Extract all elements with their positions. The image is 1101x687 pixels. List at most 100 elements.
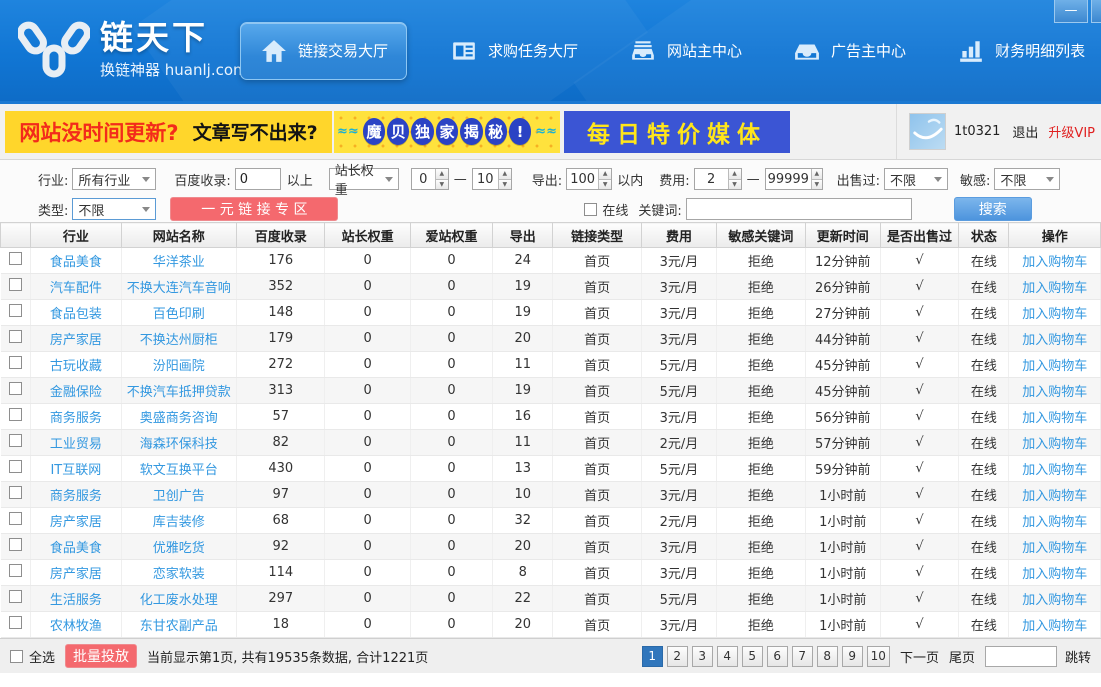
spinner-arrows[interactable]: ▲▼: [811, 169, 822, 189]
row-checkbox[interactable]: [9, 538, 22, 551]
row-checkbox[interactable]: [9, 434, 22, 447]
page-button[interactable]: 5: [742, 646, 763, 667]
cell-industry[interactable]: 生活服务: [31, 586, 121, 612]
row-checkbox[interactable]: [9, 512, 22, 525]
spinner-arrows[interactable]: ▲▼: [598, 169, 611, 189]
nav-link-trade-hall[interactable]: 链接交易大厅: [240, 22, 407, 80]
cell-industry[interactable]: 古玩收藏: [31, 352, 121, 378]
page-button[interactable]: 1: [642, 646, 663, 667]
page-button[interactable]: 6: [767, 646, 788, 667]
page-button[interactable]: 4: [717, 646, 738, 667]
row-checkbox[interactable]: [9, 356, 22, 369]
cell-site[interactable]: 海森环保科技: [121, 430, 237, 456]
cell-site[interactable]: 不换大连汽车音响: [121, 274, 237, 300]
ad-banner-daily-media[interactable]: 每日特价媒体: [564, 111, 790, 153]
cell-action[interactable]: 加入购物车: [1009, 326, 1101, 352]
row-checkbox[interactable]: [9, 460, 22, 473]
cell-site[interactable]: 卫创广告: [121, 482, 237, 508]
page-button[interactable]: 7: [792, 646, 813, 667]
cell-action[interactable]: 加入购物车: [1009, 274, 1101, 300]
online-checkbox[interactable]: [584, 203, 597, 216]
row-checkbox[interactable]: [9, 252, 22, 265]
row-checkbox[interactable]: [9, 304, 22, 317]
minimize-button[interactable]: —: [1054, 0, 1088, 23]
cell-industry[interactable]: 金融保险: [31, 378, 121, 404]
cell-site[interactable]: 汾阳画院: [121, 352, 237, 378]
ad-banner-update[interactable]: 网站没时间更新? 文章写不出来?: [5, 111, 332, 153]
cell-industry[interactable]: 食品包装: [31, 300, 121, 326]
page-button[interactable]: 8: [817, 646, 838, 667]
industry-select[interactable]: 所有行业: [72, 168, 156, 190]
cell-action[interactable]: 加入购物车: [1009, 404, 1101, 430]
cell-action[interactable]: 加入购物车: [1009, 560, 1101, 586]
spinner-arrows[interactable]: ▲▼: [435, 169, 448, 189]
cell-industry[interactable]: 食品美食: [31, 248, 121, 274]
last-page-button[interactable]: 尾页: [949, 647, 975, 666]
next-page-button[interactable]: 下一页: [900, 647, 939, 666]
close-button[interactable]: ×: [1091, 0, 1101, 23]
cell-site[interactable]: 不换汽车抵押贷款: [121, 378, 237, 404]
weight-type-select[interactable]: 站长权重: [329, 168, 399, 190]
row-checkbox[interactable]: [9, 408, 22, 421]
weight-min-spinner[interactable]: 0▲▼: [411, 168, 449, 190]
cell-industry[interactable]: 房产家居: [31, 326, 121, 352]
one-yuan-zone-button[interactable]: 一 元 链 接 专 区: [170, 197, 338, 221]
row-checkbox[interactable]: [9, 616, 22, 629]
nav-site-center[interactable]: 网站主中心: [616, 28, 754, 74]
user-avatar[interactable]: [909, 113, 946, 150]
nav-finance-list[interactable]: 财务明细列表: [944, 28, 1097, 74]
fee-max-spinner[interactable]: 99999▲▼: [765, 168, 823, 190]
page-button[interactable]: 2: [667, 646, 688, 667]
cell-industry[interactable]: IT互联网: [31, 456, 121, 482]
type-select[interactable]: 不限: [72, 198, 156, 220]
page-button[interactable]: 9: [842, 646, 863, 667]
row-checkbox[interactable]: [9, 330, 22, 343]
jump-button[interactable]: 跳转: [1065, 647, 1091, 666]
batch-publish-button[interactable]: 批量投放: [65, 644, 137, 668]
page-button[interactable]: 10: [867, 646, 890, 667]
cell-site[interactable]: 库吉装修: [121, 508, 237, 534]
nav-task-hall[interactable]: 求购任务大厅: [437, 28, 590, 74]
cell-site[interactable]: 东甘农副产品: [121, 612, 237, 638]
cell-action[interactable]: 加入购物车: [1009, 508, 1101, 534]
cell-action[interactable]: 加入购物车: [1009, 586, 1101, 612]
cell-action[interactable]: 加入购物车: [1009, 612, 1101, 638]
cell-action[interactable]: 加入购物车: [1009, 378, 1101, 404]
cell-action[interactable]: 加入购物车: [1009, 430, 1101, 456]
select-all-checkbox[interactable]: [10, 650, 23, 663]
row-checkbox[interactable]: [9, 382, 22, 395]
spinner-arrows[interactable]: ▲▼: [498, 169, 511, 189]
cell-action[interactable]: 加入购物车: [1009, 482, 1101, 508]
cell-industry[interactable]: 工业贸易: [31, 430, 121, 456]
cell-action[interactable]: 加入购物车: [1009, 300, 1101, 326]
cell-action[interactable]: 加入购物车: [1009, 456, 1101, 482]
cell-industry[interactable]: 农林牧渔: [31, 612, 121, 638]
cell-industry[interactable]: 汽车配件: [31, 274, 121, 300]
jump-page-input[interactable]: [985, 646, 1057, 667]
page-button[interactable]: 3: [692, 646, 713, 667]
cell-site[interactable]: 化工废水处理: [121, 586, 237, 612]
cell-industry[interactable]: 食品美食: [31, 534, 121, 560]
baidu-input[interactable]: [235, 168, 281, 190]
cell-site[interactable]: 优雅吃货: [121, 534, 237, 560]
logout-link[interactable]: 退出: [1012, 122, 1038, 141]
row-checkbox[interactable]: [9, 564, 22, 577]
cell-action[interactable]: 加入购物车: [1009, 534, 1101, 560]
fee-min-spinner[interactable]: 2▲▼: [694, 168, 742, 190]
export-spinner[interactable]: 100▲▼: [566, 168, 612, 190]
cell-action[interactable]: 加入购物车: [1009, 352, 1101, 378]
cell-site[interactable]: 奥盛商务咨询: [121, 404, 237, 430]
cell-site[interactable]: 华洋茶业: [121, 248, 237, 274]
cell-site[interactable]: 软文互换平台: [121, 456, 237, 482]
cell-site[interactable]: 恋家软装: [121, 560, 237, 586]
search-button[interactable]: 搜索: [954, 197, 1032, 221]
row-checkbox[interactable]: [9, 590, 22, 603]
sensitive-select[interactable]: 不限: [994, 168, 1060, 190]
sold-select[interactable]: 不限: [884, 168, 948, 190]
spinner-arrows[interactable]: ▲▼: [728, 169, 741, 189]
upgrade-vip-link[interactable]: 升级VIP: [1048, 122, 1095, 141]
cell-industry[interactable]: 商务服务: [31, 404, 121, 430]
nav-advertiser-center[interactable]: 广告主中心: [780, 28, 918, 74]
keyword-input[interactable]: [686, 198, 912, 220]
cell-industry[interactable]: 房产家居: [31, 508, 121, 534]
